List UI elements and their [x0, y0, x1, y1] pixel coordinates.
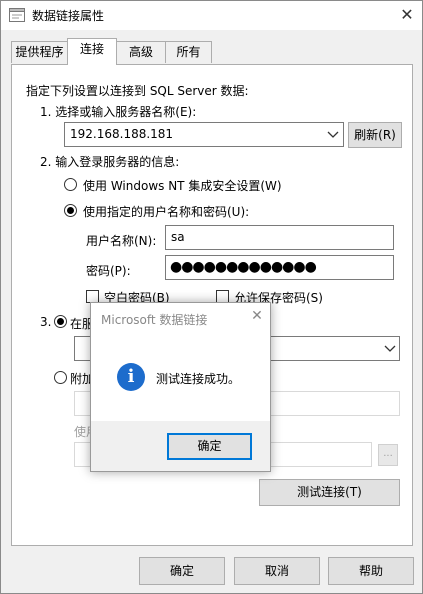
- chevron-down-icon[interactable]: [327, 131, 339, 139]
- chevron-down-icon[interactable]: [384, 345, 396, 353]
- step3-label: 3.: [40, 315, 52, 329]
- message-box: Microsoft 数据链接 ✕ i 测试连接成功。 确定: [90, 302, 271, 472]
- server-value: 192.168.188.181: [70, 127, 174, 141]
- userpass-auth-label: 使用指定的用户名称和密码(U):: [83, 205, 250, 219]
- refresh-button[interactable]: 刷新(R): [348, 122, 402, 148]
- username-label: 用户名称(N):: [86, 234, 157, 248]
- step2-label: 2. 输入登录服务器的信息:: [40, 155, 180, 169]
- info-icon: i: [117, 363, 145, 391]
- password-label: 密码(P):: [86, 264, 131, 278]
- username-input[interactable]: sa: [165, 225, 394, 250]
- password-input[interactable]: ●●●●●●●●●●●●●: [165, 255, 394, 280]
- message-ok-button[interactable]: 确定: [167, 433, 252, 460]
- attach-radio[interactable]: [54, 371, 67, 384]
- server-combobox[interactable]: 192.168.188.181: [64, 122, 344, 147]
- windows-auth-label: 使用 Windows NT 集成安全设置(W): [83, 179, 282, 193]
- message-box-title: Microsoft 数据链接: [101, 313, 208, 327]
- windows-auth-radio[interactable]: [64, 178, 77, 191]
- message-box-footer: 确定: [91, 421, 270, 471]
- step1-label: 1. 选择或输入服务器名称(E):: [40, 105, 197, 119]
- username-value: sa: [171, 230, 185, 244]
- userpass-auth-radio[interactable]: [64, 204, 77, 217]
- close-icon[interactable]: ✕: [248, 307, 266, 325]
- intro-text: 指定下列设置以连接到 SQL Server 数据:: [26, 84, 249, 98]
- browse-button[interactable]: ...: [378, 444, 398, 466]
- database-radio[interactable]: [54, 315, 67, 328]
- test-connection-button[interactable]: 测试连接(T): [259, 479, 400, 506]
- password-value: ●●●●●●●●●●●●●: [170, 259, 317, 275]
- message-text: 测试连接成功。: [156, 372, 241, 386]
